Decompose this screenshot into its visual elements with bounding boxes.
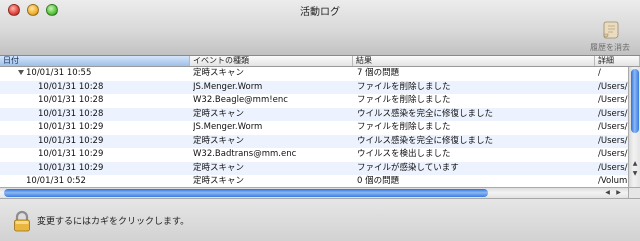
- result-cell: ファイルを削除しました: [357, 95, 451, 105]
- column-header-event-type[interactable]: イベントの種類: [190, 56, 353, 66]
- column-header-detail[interactable]: 詳細: [595, 56, 640, 66]
- detail-cell: /Users/: [598, 81, 628, 92]
- scrollbar-corner: [628, 187, 640, 198]
- table-header: 日付 イベントの種類 結果 詳細: [0, 56, 640, 67]
- result-cell: ウイルス感染を完全に修復しました: [357, 135, 494, 146]
- horizontal-scroll-thumb[interactable]: [4, 189, 488, 197]
- detail-cell: /Users/: [598, 95, 628, 105]
- scroll-icon: [603, 21, 619, 39]
- event-cell: JS.Menger.Worm: [193, 81, 263, 92]
- toolbar: 活動ログ 履歴を消去: [0, 0, 640, 56]
- scroll-right-arrow-icon[interactable]: ▶: [614, 188, 623, 198]
- scroll-left-arrow-icon[interactable]: ◀: [603, 188, 612, 198]
- event-cell: 定時スキャン: [193, 176, 245, 186]
- activity-log-window: 活動ログ 履歴を消去 日付 イベントの種類 結果 詳細 10/01/31 10:…: [0, 0, 640, 241]
- table-row[interactable]: 10/01/31 10:28 JS.Menger.Worm ファイルを削除しまし…: [0, 80, 628, 94]
- event-cell: JS.Menger.Worm: [193, 122, 263, 132]
- disclosure-triangle-icon[interactable]: [18, 69, 24, 75]
- result-cell: ファイルが感染しています: [357, 162, 459, 173]
- event-cell: 定時スキャン: [193, 162, 245, 173]
- column-header-result[interactable]: 結果: [353, 56, 595, 66]
- table-row[interactable]: 10/01/31 10:28 定時スキャン ウイルス感染を完全に修復しました /…: [0, 107, 628, 121]
- result-cell: 0 個の問題: [357, 176, 400, 186]
- padlock-icon[interactable]: [13, 210, 31, 232]
- table-row[interactable]: 10/01/31 10:29 JS.Menger.Worm ファイルを削除しまし…: [0, 121, 628, 135]
- lock-message: 変更するにはカギをクリックします。: [37, 217, 190, 227]
- activity-table: 日付 イベントの種類 結果 詳細 10/01/31 10:55 定時スキャン 7…: [0, 56, 640, 198]
- result-cell: ウイルス感染を完全に修復しました: [357, 108, 494, 119]
- table-row[interactable]: 10/01/31 10:28 W32.Beagle@mm!enc ファイルを削除…: [0, 94, 628, 108]
- scroll-down-arrow-icon[interactable]: ▼: [631, 169, 639, 178]
- table-body: 10/01/31 10:55 定時スキャン 7 個の問題 / 10/01/31 …: [0, 67, 628, 187]
- scroll-up-arrow-icon[interactable]: ▲: [631, 159, 639, 168]
- result-cell: 7 個の問題: [357, 68, 400, 78]
- result-cell: ウイルスを検出しました: [357, 149, 451, 159]
- event-cell: 定時スキャン: [193, 135, 245, 146]
- date-cell: 10/01/31 0:52: [26, 176, 86, 186]
- detail-cell: /Users/: [598, 149, 628, 159]
- window-title: 活動ログ: [300, 7, 340, 18]
- clear-history-button[interactable]: 履歴を消去: [584, 20, 636, 54]
- detail-cell: /Users/: [598, 108, 628, 119]
- clear-history-label: 履歴を消去: [590, 43, 630, 52]
- event-cell: 定時スキャン: [193, 68, 245, 78]
- table-row[interactable]: 10/01/31 10:55 定時スキャン 7 個の問題 /: [0, 67, 628, 81]
- table-row[interactable]: 10/01/31 10:29 定時スキャン ウイルス感染を完全に修復しました /…: [0, 134, 628, 148]
- table-row[interactable]: 10/01/31 10:29 定時スキャン ファイルが感染しています /User…: [0, 161, 628, 175]
- table-row[interactable]: 10/01/31 0:52 定時スキャン 0 個の問題 /Volum: [0, 175, 628, 187]
- vertical-scrollbar[interactable]: ▲ ▼: [628, 67, 640, 187]
- bottom-bar: 変更するにはカギをクリックします。: [0, 198, 640, 241]
- horizontal-scrollbar[interactable]: ◀ ▶: [0, 187, 628, 198]
- date-text: 10/01/31 10:55: [26, 68, 92, 78]
- detail-cell: /Volum: [598, 176, 628, 186]
- detail-cell: /Users/: [598, 162, 628, 173]
- vertical-scroll-thumb[interactable]: [631, 69, 639, 133]
- event-cell: W32.Badtrans@mm.enc: [193, 149, 297, 159]
- column-header-date[interactable]: 日付: [0, 56, 190, 66]
- table-row[interactable]: 10/01/31 10:29 W32.Badtrans@mm.enc ウイルスを…: [0, 148, 628, 162]
- detail-cell: /: [598, 68, 601, 78]
- detail-cell: /Users/: [598, 122, 628, 132]
- result-cell: ファイルを削除しました: [357, 122, 451, 132]
- detail-cell: /Users/: [598, 135, 628, 146]
- event-cell: W32.Beagle@mm!enc: [193, 95, 288, 105]
- result-cell: ファイルを削除しました: [357, 81, 451, 92]
- date-cell: 10/01/31 10:55: [0, 67, 190, 81]
- event-cell: 定時スキャン: [193, 108, 245, 119]
